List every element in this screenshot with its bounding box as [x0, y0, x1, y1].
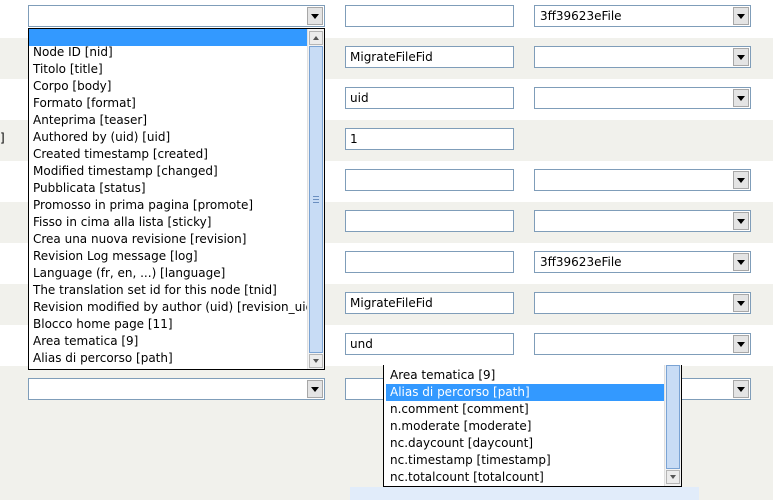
- scrollbar-grip-icon: [313, 196, 319, 203]
- truncated-label: ]: [0, 131, 5, 145]
- dropdown-option[interactable]: Revision modified by author (uid) [revis…: [29, 299, 318, 316]
- dropdown-option[interactable]: Fisso in cima alla lista [sticky]: [29, 214, 311, 231]
- dropdown-option[interactable]: n.comment [comment]: [386, 401, 666, 418]
- dropdown-option[interactable]: nc.timestamp [timestamp]: [386, 452, 666, 469]
- source-field-dropdown-list[interactable]: Area tematica [9] Alias di percorso [pat…: [383, 365, 682, 487]
- dropdown-option[interactable]: nc.daycount [daycount]: [386, 435, 666, 452]
- dropdown-arrow-icon[interactable]: [307, 7, 323, 25]
- dropdown-option[interactable]: Revision Log message [log]: [29, 248, 311, 265]
- dropdown-arrow-icon[interactable]: [733, 48, 749, 66]
- dropdown-option[interactable]: Modified timestamp [changed]: [29, 163, 311, 180]
- dropdown-option[interactable]: Node ID [nid]: [29, 44, 311, 61]
- source-migration-value: 3ff39623eFile: [540, 255, 622, 269]
- source-migration-select[interactable]: 3ff39623eFile: [534, 251, 751, 273]
- source-select[interactable]: [28, 378, 325, 400]
- highlighted-row-background: [350, 487, 699, 500]
- dropdown-option[interactable]: Anteprima [teaser]: [29, 112, 311, 129]
- dropdown-option[interactable]: Formato [format]: [29, 95, 311, 112]
- source-migration-select[interactable]: [534, 87, 751, 109]
- dropdown-arrow-icon[interactable]: [733, 253, 749, 271]
- dropdown-arrow-icon[interactable]: [733, 212, 749, 230]
- scroll-up-arrow-icon[interactable]: [309, 31, 323, 45]
- dropdown-option[interactable]: Area tematica [9]: [29, 333, 311, 350]
- dropdown-option[interactable]: Authored by (uid) [uid]: [29, 129, 311, 146]
- dropdown-option[interactable]: Titolo [title]: [29, 61, 311, 78]
- source-migration-value: 3ff39623eFile: [540, 9, 622, 23]
- dropdown-arrow-icon[interactable]: [733, 294, 749, 312]
- source-migration-select[interactable]: 3ff39623eFile: [534, 5, 751, 27]
- default-value-field[interactable]: und: [345, 333, 514, 355]
- default-value-field[interactable]: [345, 5, 514, 27]
- source-migration-select[interactable]: [534, 46, 751, 68]
- scrollbar-thumb[interactable]: [666, 365, 680, 469]
- source-migration-select[interactable]: [534, 169, 751, 191]
- dropdown-arrow-icon[interactable]: [733, 380, 749, 398]
- scrollbar-thumb[interactable]: [309, 46, 323, 353]
- scroll-down-arrow-icon[interactable]: [309, 354, 323, 368]
- dropdown-option[interactable]: The translation set id for this node [tn…: [29, 282, 311, 299]
- dropdown-option[interactable]: Corpo [body]: [29, 78, 311, 95]
- dropdown-option[interactable]: Blocco home page [11]: [29, 316, 311, 333]
- dropdown-option[interactable]: Alias di percorso [path]: [29, 350, 311, 367]
- default-value-field[interactable]: uid: [345, 87, 514, 109]
- dropdown-option[interactable]: Crea una nuova revisione [revision]: [29, 231, 311, 248]
- source-field-dropdown-list[interactable]: Node ID [nid] Titolo [title] Corpo [body…: [28, 28, 325, 370]
- default-value-field[interactable]: MigrateFileFid: [345, 46, 514, 68]
- source-migration-select[interactable]: [534, 210, 751, 232]
- default-value-field[interactable]: [345, 251, 514, 273]
- scroll-down-arrow-icon[interactable]: [666, 470, 680, 484]
- dropdown-arrow-icon[interactable]: [733, 7, 749, 25]
- dropdown-option[interactable]: Language (fr, en, ...) [language]: [29, 265, 311, 282]
- default-value-field[interactable]: [345, 210, 514, 232]
- default-value-field[interactable]: [345, 169, 514, 191]
- dropdown-option[interactable]: n.moderate [moderate]: [386, 418, 666, 435]
- dropdown-arrow-icon[interactable]: [733, 89, 749, 107]
- dropdown-arrow-icon[interactable]: [733, 335, 749, 353]
- default-value-field[interactable]: MigrateFileFid: [345, 292, 514, 314]
- dropdown-option[interactable]: Pubblicata [status]: [29, 180, 311, 197]
- dropdown-option[interactable]: Created timestamp [created]: [29, 146, 311, 163]
- dropdown-option[interactable]: Promosso in prima pagina [promote]: [29, 197, 311, 214]
- dropdown-scrollbar[interactable]: [307, 29, 324, 369]
- dropdown-scrollbar[interactable]: [664, 365, 681, 486]
- default-value-field[interactable]: 1: [345, 128, 514, 150]
- source-migration-select[interactable]: [534, 333, 751, 355]
- dropdown-option[interactable]: Area tematica [9]: [386, 367, 666, 384]
- source-select[interactable]: [28, 5, 325, 27]
- dropdown-arrow-icon[interactable]: [733, 171, 749, 189]
- dropdown-option[interactable]: Alias di percorso [path]: [386, 384, 666, 401]
- dropdown-arrow-icon[interactable]: [307, 380, 323, 398]
- source-migration-select[interactable]: [534, 292, 751, 314]
- dropdown-option[interactable]: nc.totalcount [totalcount]: [386, 469, 666, 486]
